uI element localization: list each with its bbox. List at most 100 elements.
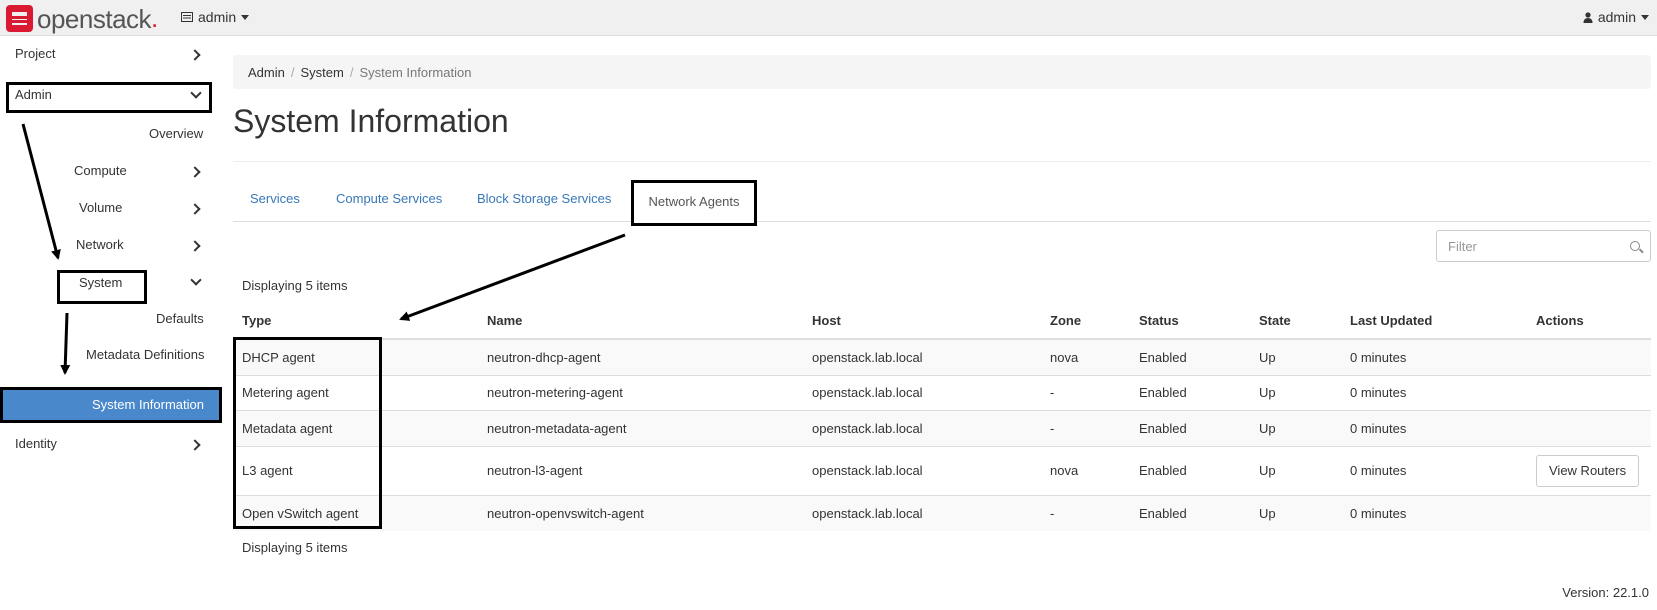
column-header-last-updated[interactable]: Last Updated xyxy=(1341,302,1527,340)
version-label: Version: 22.1.0 xyxy=(1562,585,1649,600)
column-header-status[interactable]: Status xyxy=(1130,302,1250,340)
table-row: L3 agent neutron-l3-agent openstack.lab.… xyxy=(233,445,1651,495)
sidebar-item-admin[interactable]: Admin xyxy=(15,87,52,102)
filter-input[interactable] xyxy=(1437,231,1617,261)
view-routers-button[interactable]: View Routers xyxy=(1536,454,1640,487)
cell-status: Enabled xyxy=(1130,409,1250,446)
cell-status: Enabled xyxy=(1130,338,1250,375)
column-header-state[interactable]: State xyxy=(1250,302,1341,340)
user-dropdown[interactable]: admin xyxy=(1583,9,1649,25)
search-icon[interactable] xyxy=(1630,241,1640,251)
cell-type: DHCP agent xyxy=(233,338,478,375)
table-row: Metering agent neutron-metering-agent op… xyxy=(233,374,1651,410)
chevron-right-icon xyxy=(189,203,201,215)
sidebar-item-metadata-definitions[interactable]: Metadata Definitions xyxy=(86,347,205,362)
cell-state: Up xyxy=(1250,494,1341,531)
chevron-right-icon xyxy=(189,166,201,178)
chevron-down-icon xyxy=(1641,14,1649,20)
sidebar-item-system[interactable]: System xyxy=(79,275,122,290)
cell-name: neutron-l3-agent xyxy=(478,445,803,495)
cell-host: openstack.lab.local xyxy=(803,338,1041,375)
breadcrumb: Admin / System / System Information xyxy=(233,55,1651,89)
brand-name: openstack xyxy=(37,3,152,34)
column-header-actions: Actions xyxy=(1527,302,1651,340)
cell-actions xyxy=(1527,374,1651,410)
tab-network-agents[interactable]: Network Agents xyxy=(631,180,757,226)
cell-host: openstack.lab.local xyxy=(803,445,1041,495)
tab-block-storage-services[interactable]: Block Storage Services xyxy=(477,181,611,222)
items-count-bottom: Displaying 5 items xyxy=(242,540,348,555)
cell-last-updated: 0 minutes xyxy=(1341,338,1527,375)
cell-state: Up xyxy=(1250,338,1341,375)
page-title: System Information xyxy=(233,103,509,139)
cell-actions xyxy=(1527,338,1651,375)
network-agents-table: Type Name Host Zone Status State Last Up… xyxy=(233,302,1651,531)
cell-last-updated: 0 minutes xyxy=(1341,409,1527,446)
tab-services[interactable]: Services xyxy=(250,181,300,222)
breadcrumb-system[interactable]: System xyxy=(300,65,343,80)
cell-type: Open vSwitch agent xyxy=(233,494,478,531)
cell-state: Up xyxy=(1250,445,1341,495)
cell-status: Enabled xyxy=(1130,494,1250,531)
cell-zone: - xyxy=(1041,374,1130,410)
cell-state: Up xyxy=(1250,409,1341,446)
sidebar-item-network[interactable]: Network xyxy=(76,237,124,252)
openstack-logo[interactable]: openstack. xyxy=(6,3,158,34)
table-row: Open vSwitch agent neutron-openvswitch-a… xyxy=(233,494,1651,531)
sidebar-item-volume[interactable]: Volume xyxy=(79,200,122,215)
column-header-type[interactable]: Type xyxy=(233,302,478,340)
chevron-right-icon xyxy=(189,240,201,252)
sidebar-item-identity[interactable]: Identity xyxy=(15,436,57,451)
table-row: Metadata agent neutron-metadata-agent op… xyxy=(233,409,1651,446)
cell-host: openstack.lab.local xyxy=(803,409,1041,446)
openstack-logo-icon xyxy=(6,5,33,32)
title-divider xyxy=(233,161,1651,162)
cell-host: openstack.lab.local xyxy=(803,494,1041,531)
sidebar-item-defaults[interactable]: Defaults xyxy=(156,311,204,326)
project-dropdown[interactable]: admin xyxy=(181,9,250,25)
chevron-right-icon xyxy=(189,49,201,61)
sidebar: Project Admin Overview Compute Volume Ne… xyxy=(0,36,222,610)
chevron-right-icon xyxy=(189,439,201,451)
tab-bar: Services Compute Services Block Storage … xyxy=(233,180,1651,226)
cell-name: neutron-openvswitch-agent xyxy=(478,494,803,531)
cell-zone: - xyxy=(1041,409,1130,446)
sidebar-item-overview[interactable]: Overview xyxy=(149,126,203,141)
breadcrumb-admin[interactable]: Admin xyxy=(248,65,285,80)
user-dropdown-label: admin xyxy=(1597,9,1636,25)
sidebar-item-compute[interactable]: Compute xyxy=(74,163,127,178)
project-dropdown-label: admin xyxy=(198,9,237,25)
items-count-top: Displaying 5 items xyxy=(242,278,348,293)
cell-host: openstack.lab.local xyxy=(803,374,1041,410)
chevron-down-icon xyxy=(190,274,202,286)
breadcrumb-current: System Information xyxy=(359,64,472,80)
cell-actions xyxy=(1527,409,1651,446)
column-header-host[interactable]: Host xyxy=(803,302,1041,340)
cell-actions: View Routers xyxy=(1527,445,1651,495)
cell-last-updated: 0 minutes xyxy=(1341,374,1527,410)
column-header-name[interactable]: Name xyxy=(478,302,803,340)
cell-name: neutron-metadata-agent xyxy=(478,409,803,446)
tab-compute-services[interactable]: Compute Services xyxy=(336,181,442,222)
cell-name: neutron-dhcp-agent xyxy=(478,338,803,375)
sidebar-item-system-information[interactable]: System Information xyxy=(0,387,222,423)
cell-last-updated: 0 minutes xyxy=(1341,445,1527,495)
chevron-down-icon xyxy=(241,14,250,20)
table-header-row: Type Name Host Zone Status State Last Up… xyxy=(233,302,1651,340)
cell-type: L3 agent xyxy=(233,445,478,495)
cell-state: Up xyxy=(1250,374,1341,410)
cell-actions xyxy=(1527,494,1651,531)
cell-name: neutron-metering-agent xyxy=(478,374,803,410)
column-header-zone[interactable]: Zone xyxy=(1041,302,1130,340)
user-icon xyxy=(1583,11,1593,23)
top-navbar: openstack. admin admin xyxy=(0,0,1657,36)
cell-zone: nova xyxy=(1041,445,1130,495)
cell-zone: - xyxy=(1041,494,1130,531)
cell-type: Metadata agent xyxy=(233,409,478,446)
table-row: DHCP agent neutron-dhcp-agent openstack.… xyxy=(233,338,1651,375)
filter-box xyxy=(1436,230,1651,262)
cell-status: Enabled xyxy=(1130,374,1250,410)
sidebar-item-project[interactable]: Project xyxy=(15,46,55,61)
project-list-icon xyxy=(181,12,193,22)
cell-status: Enabled xyxy=(1130,445,1250,495)
